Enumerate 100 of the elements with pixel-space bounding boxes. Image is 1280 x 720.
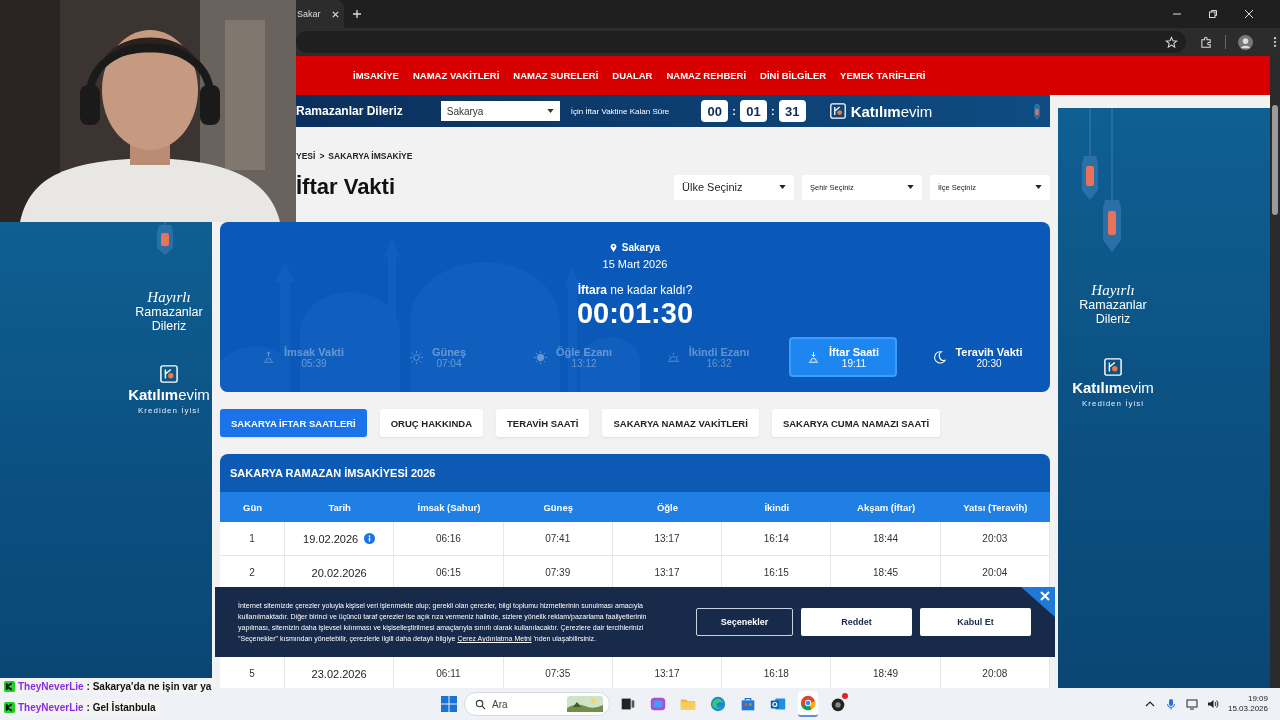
prayer-time-value: 16:32 <box>706 357 732 369</box>
info-icon[interactable] <box>364 533 376 544</box>
ad-greeting: Ramazanlar Dileriz <box>134 305 204 333</box>
taskbar-search[interactable]: Ara <box>464 692 610 716</box>
caret-icon <box>907 185 914 189</box>
chat-username: TheyNeverLie <box>18 701 84 713</box>
chat-text: : Sakarya'da ne işin var ya <box>86 680 212 692</box>
prayer-name: İmsak Vakti <box>284 345 344 358</box>
square-logo-icon <box>160 365 178 383</box>
puzzle-icon[interactable] <box>1200 35 1213 49</box>
column-header: Gün <box>242 500 263 515</box>
caret-icon <box>1035 185 1042 189</box>
location-select[interactable]: Ülke Seçiniz <box>674 174 794 200</box>
table-cell: 07:41 <box>503 522 613 555</box>
nav-link[interactable]: DİNİ BİLGİLER <box>760 70 827 81</box>
microphone-icon[interactable] <box>1164 698 1177 710</box>
taskbar-clock[interactable]: 19:09 15.03.2026 <box>1227 694 1268 714</box>
nav-link[interactable]: NAMAZ VAKİTLERİ <box>412 70 500 81</box>
table-cell: 19.02.2026 <box>285 522 395 555</box>
page-title: İftar Vakti <box>296 174 396 200</box>
ad-banner[interactable]: Hayırlı Ramazanlar Dileriz Katılımevim Krediden İyisi <box>1058 108 1270 688</box>
table-cell: 06:16 <box>394 522 504 555</box>
column-header: İkindi <box>763 500 791 515</box>
close-icon[interactable] <box>1244 9 1254 19</box>
column-header: Yatsı (Teravih) <box>962 500 1029 515</box>
sun-icon <box>408 349 424 365</box>
countdown-digit: 01 <box>739 100 767 122</box>
restore-icon[interactable] <box>1208 9 1218 19</box>
section-tab[interactable]: ORUÇ HAKKINDA <box>379 409 483 437</box>
countdown-separator: : <box>732 105 736 117</box>
lantern-drawing <box>157 222 173 255</box>
browser-tab[interactable]: Sakar <box>296 0 344 28</box>
ad-greeting: Ramazanlar Dileriz <box>1078 298 1148 326</box>
prayer-name: Öğle Ezanı <box>555 345 613 358</box>
ad-script-text: Hayırlı <box>1091 282 1135 298</box>
column-header: Akşam (İftar) <box>856 500 917 515</box>
caret-icon <box>546 109 554 113</box>
city-name: Sakarya <box>621 241 661 253</box>
section-tab[interactable]: TERAVİH SAATİ <box>496 409 590 437</box>
square-logo-icon <box>1104 358 1122 376</box>
chat-username: TheyNeverLie <box>18 680 84 692</box>
column-header: Tarih <box>327 500 352 515</box>
circle-browser-icon[interactable] <box>798 691 818 717</box>
close-icon[interactable] <box>1021 587 1055 617</box>
brand-slogan: Krediden İyisi <box>138 406 200 415</box>
nav-link[interactable]: YEMEK TARİFLERİ <box>840 70 926 81</box>
chat-platform-icon <box>4 701 15 713</box>
cookie-button[interactable]: Kabul Et <box>920 608 1031 636</box>
lantern-icon <box>1032 101 1042 121</box>
countdown-digit: 00 <box>701 100 729 122</box>
scrollbar-thumb[interactable] <box>1272 105 1278 215</box>
city-select[interactable]: Sakarya <box>440 101 560 121</box>
section-tab[interactable]: SAKARYA NAMAZ VAKİTLERİ <box>602 409 759 437</box>
prayer-time-value: 07:04 <box>436 357 462 369</box>
table-cell: 1 <box>220 522 285 555</box>
avatar-icon[interactable] <box>1238 34 1253 50</box>
windows-start-icon[interactable] <box>441 696 457 712</box>
volume-icon[interactable] <box>1206 698 1219 710</box>
prayer-time-value: 13:12 <box>571 357 597 369</box>
ad-banner[interactable]: Hayırlı Ramazanlar Dileriz Katılımevim Krediden İyisi <box>0 222 212 678</box>
column-header: Öğle <box>655 500 680 515</box>
breadcrumb-link[interactable]: SAKARYA İMSAKİYE <box>328 151 413 161</box>
nav-link[interactable]: NAMAZ REHBERİ <box>666 70 747 81</box>
brand-name: Katılımevim <box>128 386 210 403</box>
countdown-label: İçin İftar Vaktine Kalan Süre <box>570 106 670 116</box>
monitor-icon[interactable] <box>1185 698 1198 710</box>
nav-link[interactable]: İMSAKİYE <box>353 70 399 81</box>
star-icon[interactable] <box>1165 35 1178 49</box>
nav-link[interactable]: NAMAZ SURELERİ <box>513 70 599 81</box>
cookie-button[interactable]: Reddet <box>801 608 912 636</box>
brand-name: Katılımevim <box>1072 379 1154 396</box>
nav-link[interactable]: DUALAR <box>612 70 653 81</box>
table-title: SAKARYA RAMAZAN İMSAKİYESİ 2026 <box>230 467 436 479</box>
section-tab[interactable]: SAKARYA İFTAR SAATLERİ <box>220 409 367 437</box>
prayer-time-value: 05:39 <box>301 357 327 369</box>
current-date: 15 Mart 2026 <box>602 257 668 271</box>
new-tab-icon[interactable] <box>352 9 362 19</box>
ad-script-text: Hayırlı <box>147 289 191 305</box>
moon-icon <box>932 349 948 365</box>
prayer-time-value: 20:30 <box>976 357 1002 369</box>
menu-icon[interactable] <box>1273 36 1277 48</box>
caret-icon <box>779 185 786 189</box>
brand-name: Katılımevim <box>850 102 933 120</box>
chat-platform-icon <box>4 680 15 692</box>
search-icon <box>475 698 486 710</box>
square-logo-icon <box>829 103 846 119</box>
close-icon[interactable] <box>330 9 340 19</box>
cookie-button[interactable]: Seçenekler <box>696 608 793 636</box>
brand-slogan: Krediden İyisi <box>1082 399 1144 408</box>
table-cell: 18:44 <box>831 522 941 555</box>
sun-icon <box>532 349 548 365</box>
prayer-name: İftar Saati <box>828 345 880 358</box>
breadcrumb-link[interactable]: YESİ <box>296 151 316 161</box>
table-cell: 16:14 <box>722 522 832 555</box>
column-header: Güneş <box>542 500 574 515</box>
countdown-question: İftara ne kadar kaldı? <box>577 283 693 297</box>
chat-text: : Gel İstanbula <box>86 701 156 713</box>
breadcrumb-separator: > <box>319 151 325 161</box>
section-tab[interactable]: SAKARYA CUMA NAMAZI SAATİ <box>771 409 941 437</box>
scrollbar[interactable] <box>1270 56 1280 688</box>
